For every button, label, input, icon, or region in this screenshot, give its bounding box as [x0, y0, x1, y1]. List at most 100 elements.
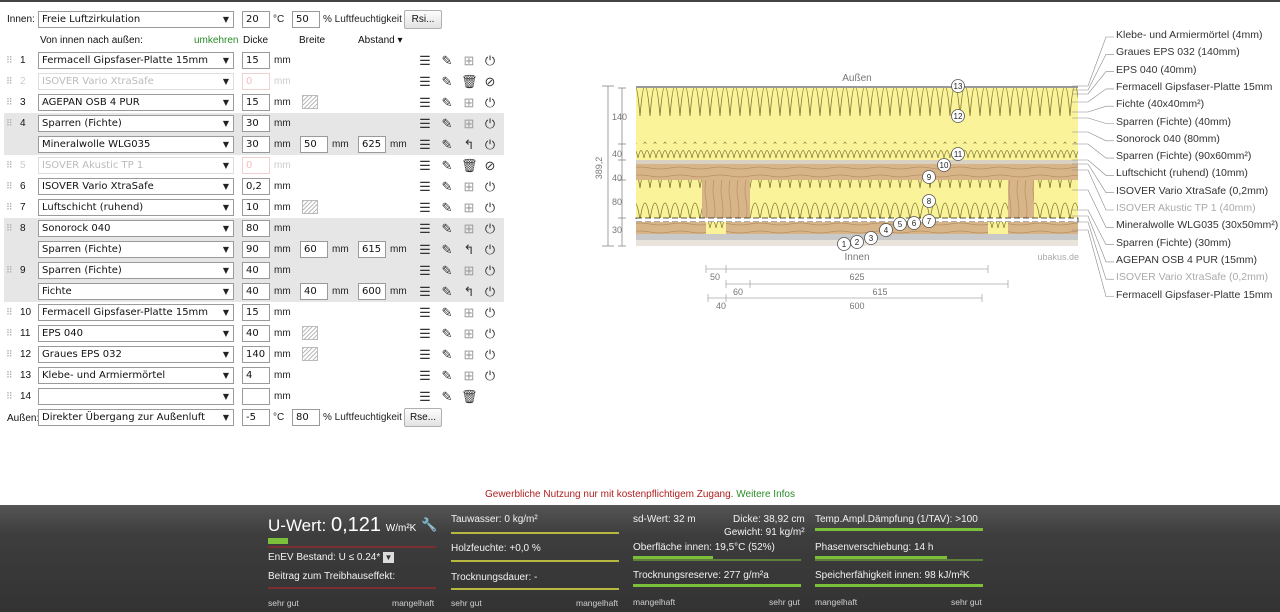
- add-sublayer-icon[interactable]: ⊞: [461, 304, 477, 321]
- drag-handle-icon[interactable]: ⠿: [6, 220, 13, 237]
- pencil-icon[interactable]: ✎: [439, 157, 455, 174]
- pencil-icon[interactable]: ✎: [439, 220, 455, 237]
- pencil-icon[interactable]: ✎: [439, 52, 455, 69]
- drag-handle-icon[interactable]: ⠿: [6, 346, 13, 363]
- inner-temp-input[interactable]: 20: [242, 11, 270, 28]
- add-sublayer-icon[interactable]: ⊞: [461, 367, 477, 384]
- layer-material-select[interactable]: Luftschicht (ruhend) ▼: [38, 199, 234, 216]
- add-sublayer-icon[interactable]: ⊞: [461, 52, 477, 69]
- drag-handle-icon[interactable]: ⠿: [6, 388, 13, 405]
- layer-material-select[interactable]: ▼: [38, 388, 234, 405]
- pencil-icon[interactable]: ✎: [439, 178, 455, 195]
- power-icon[interactable]: ⏻: [482, 283, 498, 300]
- disabled-icon[interactable]: ⊘: [482, 157, 498, 174]
- sublayer-width-input[interactable]: 60: [300, 241, 328, 258]
- menu-icon[interactable]: ☰: [417, 241, 433, 258]
- add-sublayer-icon[interactable]: ⊞: [461, 115, 477, 132]
- rse-button[interactable]: Rse...: [404, 408, 442, 427]
- layer-material-select[interactable]: Sparren (Fichte) ▼: [38, 262, 234, 279]
- pencil-icon[interactable]: ✎: [439, 94, 455, 111]
- drag-handle-icon[interactable]: ⠿: [6, 94, 13, 111]
- layer-material-select[interactable]: ISOVER Vario XtraSafe ▼: [38, 178, 234, 195]
- drag-handle-icon[interactable]: ⠿: [6, 52, 13, 69]
- power-icon[interactable]: ⏻: [482, 367, 498, 384]
- menu-icon[interactable]: ☰: [417, 115, 433, 132]
- drag-handle-icon[interactable]: ⠿: [6, 199, 13, 216]
- trash-icon[interactable]: 🗑: [461, 157, 478, 174]
- layer-thickness-input[interactable]: 140: [242, 346, 270, 363]
- power-icon[interactable]: ⏻: [482, 262, 498, 279]
- power-icon[interactable]: ⏻: [482, 304, 498, 321]
- outer-temp-input[interactable]: -5: [242, 409, 270, 426]
- wrench-icon[interactable]: 🔧: [421, 517, 437, 533]
- power-icon[interactable]: ⏻: [482, 136, 498, 153]
- layer-thickness-input[interactable]: 0: [242, 73, 270, 90]
- layer-thickness-input[interactable]: 40: [242, 262, 270, 279]
- add-sublayer-icon[interactable]: ⊞: [461, 94, 477, 111]
- undo-arrow-icon[interactable]: ↰: [461, 241, 477, 258]
- pencil-icon[interactable]: ✎: [439, 283, 455, 300]
- menu-icon[interactable]: ☰: [417, 388, 433, 405]
- power-icon[interactable]: ⏻: [482, 115, 498, 132]
- layer-material-select[interactable]: Fermacell Gipsfaser-Platte 15mm ▼: [38, 304, 234, 321]
- power-icon[interactable]: ⏻: [482, 94, 498, 111]
- pencil-icon[interactable]: ✎: [439, 367, 455, 384]
- trash-icon[interactable]: 🗑: [461, 73, 478, 90]
- power-icon[interactable]: ⏻: [482, 52, 498, 69]
- layer-thickness-input[interactable]: 0,2: [242, 178, 270, 195]
- add-sublayer-icon[interactable]: ⊞: [461, 220, 477, 237]
- layer-thickness-input[interactable]: 30: [242, 115, 270, 132]
- layer-material-select[interactable]: Fermacell Gipsfaser-Platte 15mm ▼: [38, 52, 234, 69]
- layer-material-select[interactable]: Sparren (Fichte) ▼: [38, 115, 234, 132]
- sublayer-distance-input[interactable]: 625: [358, 136, 386, 153]
- layer-thickness-input[interactable]: 40: [242, 325, 270, 342]
- drag-handle-icon[interactable]: ⠿: [6, 157, 13, 174]
- pencil-icon[interactable]: ✎: [439, 199, 455, 216]
- disabled-icon[interactable]: ⊘: [482, 73, 498, 90]
- pencil-icon[interactable]: ✎: [439, 136, 455, 153]
- outer-humidity-input[interactable]: 80: [292, 409, 320, 426]
- pencil-icon[interactable]: ✎: [439, 115, 455, 132]
- inner-climate-select[interactable]: Freie Luftzirkulation ▼: [38, 11, 234, 28]
- layer-thickness-input[interactable]: 4: [242, 367, 270, 384]
- layer-thickness-input[interactable]: 15: [242, 304, 270, 321]
- power-icon[interactable]: ⏻: [482, 199, 498, 216]
- sublayer-material-select[interactable]: Sparren (Fichte) ▼: [38, 241, 234, 258]
- col-distance[interactable]: Abstand ▾: [358, 35, 403, 46]
- layer-thickness-input[interactable]: [242, 388, 270, 405]
- menu-icon[interactable]: ☰: [417, 199, 433, 216]
- reverse-link[interactable]: umkehren: [194, 35, 238, 46]
- pencil-icon[interactable]: ✎: [439, 241, 455, 258]
- drag-handle-icon[interactable]: ⠿: [6, 73, 13, 90]
- power-icon[interactable]: ⏻: [482, 178, 498, 195]
- more-info-link[interactable]: Weitere Infos: [736, 489, 795, 500]
- sublayer-width-input[interactable]: 40: [300, 283, 328, 300]
- layer-thickness-input[interactable]: 0: [242, 157, 270, 174]
- outer-climate-select[interactable]: Direkter Übergang zur Außenluft ▼: [38, 409, 234, 426]
- pencil-icon[interactable]: ✎: [439, 73, 455, 90]
- menu-icon[interactable]: ☰: [417, 52, 433, 69]
- pencil-icon[interactable]: ✎: [439, 325, 455, 342]
- power-icon[interactable]: ⏻: [482, 241, 498, 258]
- chevron-down-icon[interactable]: ▼: [383, 552, 395, 563]
- power-icon[interactable]: ⏻: [482, 220, 498, 237]
- menu-icon[interactable]: ☰: [417, 262, 433, 279]
- drag-handle-icon[interactable]: ⠿: [6, 115, 13, 132]
- menu-icon[interactable]: ☰: [417, 367, 433, 384]
- layer-material-select[interactable]: Graues EPS 032 ▼: [38, 346, 234, 363]
- layer-material-select[interactable]: ISOVER Akustic TP 1 ▼: [38, 157, 234, 174]
- layer-thickness-input[interactable]: 10: [242, 199, 270, 216]
- drag-handle-icon[interactable]: ⠿: [6, 178, 13, 195]
- pencil-icon[interactable]: ✎: [439, 262, 455, 279]
- sublayer-material-select[interactable]: Mineralwolle WLG035 ▼: [38, 136, 234, 153]
- menu-icon[interactable]: ☰: [417, 346, 433, 363]
- pencil-icon[interactable]: ✎: [439, 304, 455, 321]
- drag-handle-icon[interactable]: ⠿: [6, 304, 13, 321]
- pencil-icon[interactable]: ✎: [439, 346, 455, 363]
- layer-thickness-input[interactable]: 15: [242, 94, 270, 111]
- menu-icon[interactable]: ☰: [417, 73, 433, 90]
- trash-icon[interactable]: 🗑: [461, 388, 478, 405]
- pencil-icon[interactable]: ✎: [439, 388, 455, 405]
- drag-handle-icon[interactable]: ⠿: [6, 367, 13, 384]
- add-sublayer-icon[interactable]: ⊞: [461, 325, 477, 342]
